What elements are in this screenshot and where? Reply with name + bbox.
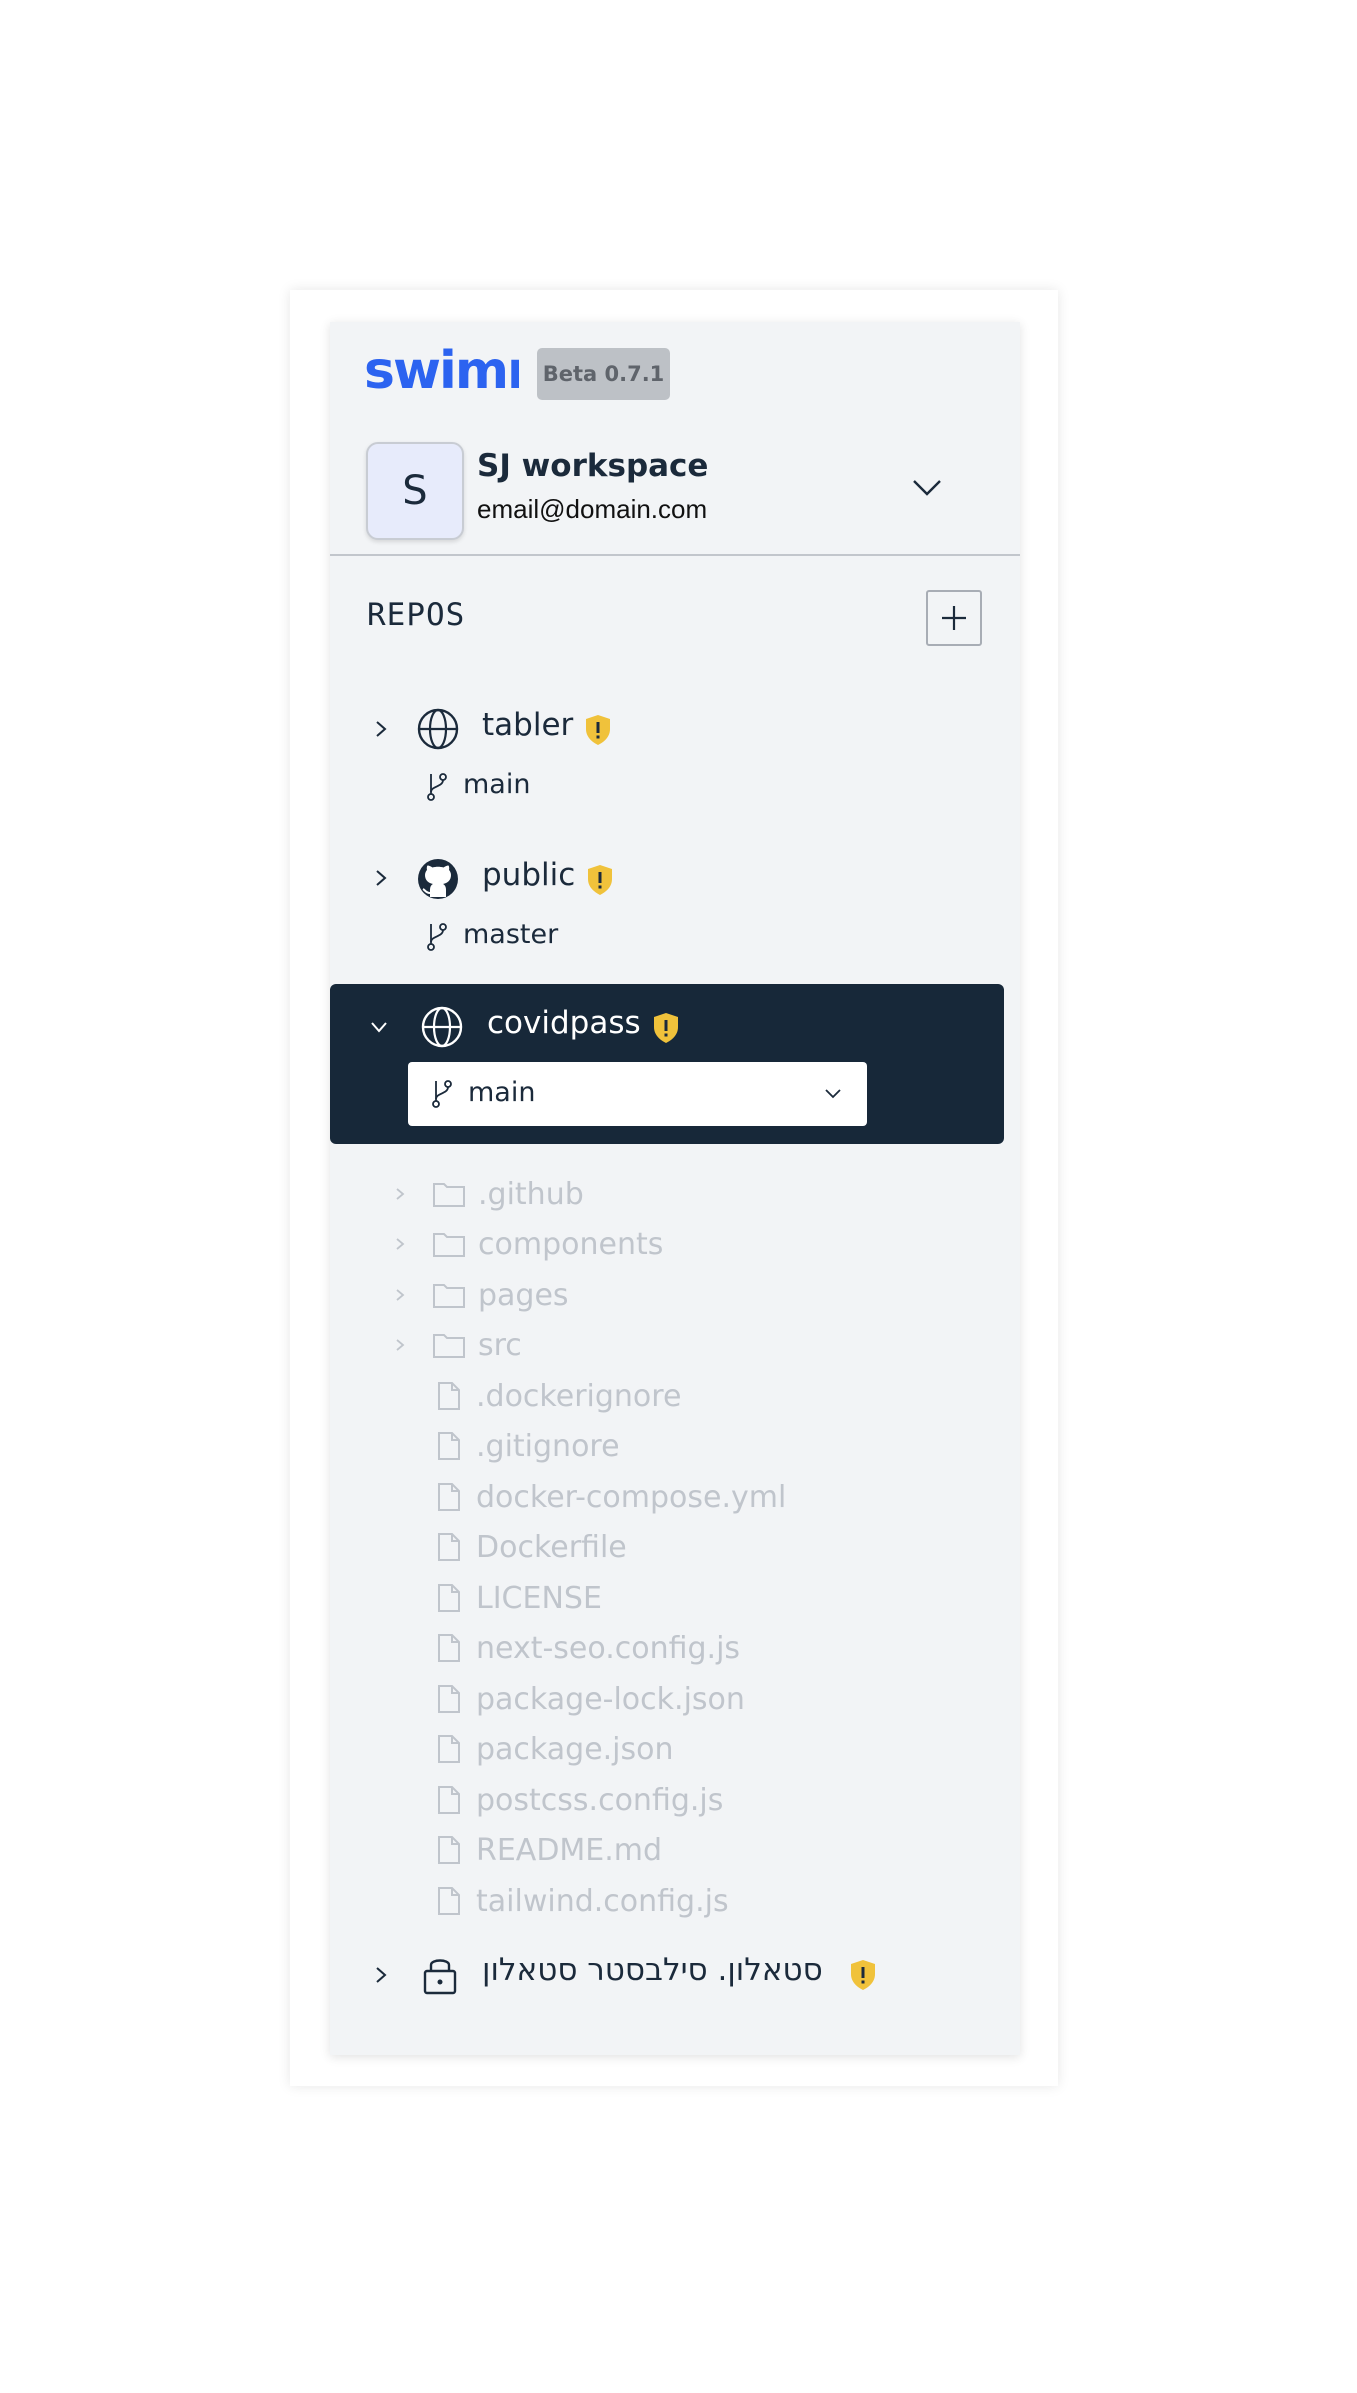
tree-file[interactable]: .dockerignore [432, 1374, 681, 1418]
folder-icon [433, 1183, 465, 1207]
file-icon [438, 1786, 460, 1814]
file-icon [438, 1432, 460, 1460]
folder-icon [433, 1284, 465, 1308]
tree-file[interactable]: postcss.config.js [432, 1778, 723, 1822]
folder-icon [433, 1334, 465, 1358]
tree-item-label: tailwind.config.js [476, 1883, 729, 1919]
file-icon [438, 1533, 460, 1561]
shield-icon [586, 715, 610, 745]
tree-item-label: pages [478, 1277, 569, 1313]
chevron-down-icon [825, 1089, 841, 1099]
tree-folder-src[interactable]: src [392, 1323, 522, 1367]
tree-folder-github[interactable]: .github [392, 1172, 584, 1216]
avatar-letter: S [402, 468, 428, 514]
add-repo-button[interactable] [926, 590, 982, 646]
tree-file[interactable]: README.md [432, 1828, 662, 1872]
tree-file[interactable]: package.json [432, 1727, 674, 1771]
tree-item-label: next-seo.config.js [476, 1630, 741, 1666]
logo-text: swimm [364, 341, 519, 398]
branch-select-value: main [468, 1077, 536, 1108]
chevron-right-icon [396, 1339, 405, 1351]
tree-item-label: package-lock.json [476, 1681, 745, 1717]
workspace-dropdown-chevron-icon[interactable] [910, 470, 944, 504]
file-icon [438, 1382, 460, 1410]
git-branch-icon [427, 923, 447, 951]
tree-item-label: LICENSE [476, 1580, 602, 1616]
tree-item-label: Dockerfile [476, 1529, 627, 1565]
github-icon [418, 859, 458, 899]
tree-item-label: .github [478, 1176, 584, 1212]
tree-item-label: .gitignore [476, 1428, 620, 1464]
swimm-logo[interactable]: swimm [364, 340, 519, 398]
tree-folder-components[interactable]: components [392, 1222, 663, 1266]
globe-icon [421, 1006, 463, 1048]
repo-name-hebrew[interactable]: סטאלון. סילבסטר סטאלון [482, 1952, 823, 1988]
tree-file[interactable]: package-lock.json [432, 1677, 745, 1721]
chevron-right-icon [396, 1289, 405, 1301]
tree-file[interactable]: Dockerfile [432, 1525, 627, 1569]
tree-file[interactable]: tailwind.config.js [432, 1879, 729, 1923]
workspace-avatar[interactable]: S [366, 442, 464, 540]
globe-icon [417, 708, 459, 750]
tree-file[interactable]: docker-compose.yml [432, 1475, 786, 1519]
tree-item-label: src [478, 1327, 522, 1363]
tree-item-label: package.json [476, 1731, 674, 1767]
shield-icon [588, 865, 612, 895]
version-badge: Beta 0.7.1 [537, 348, 670, 400]
file-icon [438, 1836, 460, 1864]
repos-section-title: REPOS [367, 597, 466, 633]
git-branch-icon [427, 773, 447, 801]
plus-icon [942, 606, 966, 630]
repo-name-public[interactable]: public [482, 857, 575, 893]
workspace-email: email@domain.com [477, 494, 708, 524]
shield-icon [851, 1960, 875, 1990]
file-icon [438, 1584, 460, 1612]
folder-icon [433, 1233, 465, 1257]
tree-folder-pages[interactable]: pages [392, 1273, 569, 1317]
repo-expand-chevron-icon[interactable] [370, 867, 392, 889]
lock-icon [423, 1959, 457, 1995]
file-icon [438, 1887, 460, 1915]
tree-file[interactable]: next-seo.config.js [432, 1626, 740, 1670]
chevron-right-icon [396, 1238, 405, 1250]
shield-icon [654, 1013, 678, 1043]
file-icon [438, 1483, 460, 1511]
repo-collapse-chevron-icon[interactable] [368, 1016, 390, 1038]
sidebar-panel: swimm Beta 0.7.1 S SJ workspace email@do… [330, 322, 1020, 2055]
tree-item-label: components [478, 1226, 664, 1262]
repo-expand-chevron-icon[interactable] [370, 1964, 392, 1986]
tree-file[interactable]: .gitignore [432, 1424, 620, 1468]
file-icon [438, 1685, 460, 1713]
tree-item-label: postcss.config.js [476, 1782, 724, 1818]
repo-name-tabler[interactable]: tabler [482, 707, 573, 743]
file-icon [438, 1735, 460, 1763]
git-branch-icon [432, 1080, 452, 1108]
tree-item-label: .dockerignore [476, 1378, 682, 1414]
chevron-right-icon [396, 1188, 405, 1200]
repo-branch-public: master [463, 919, 559, 950]
repo-expand-chevron-icon[interactable] [370, 718, 392, 740]
file-icon [438, 1634, 460, 1662]
repo-branch-tabler: main [463, 769, 531, 800]
tree-item-label: docker-compose.yml [476, 1479, 787, 1515]
tree-file[interactable]: LICENSE [432, 1576, 602, 1620]
repo-name-covidpass[interactable]: covidpass [487, 1005, 641, 1041]
tree-item-label: README.md [476, 1832, 663, 1868]
workspace-name: SJ workspace [477, 448, 709, 484]
header-divider [330, 554, 1020, 556]
